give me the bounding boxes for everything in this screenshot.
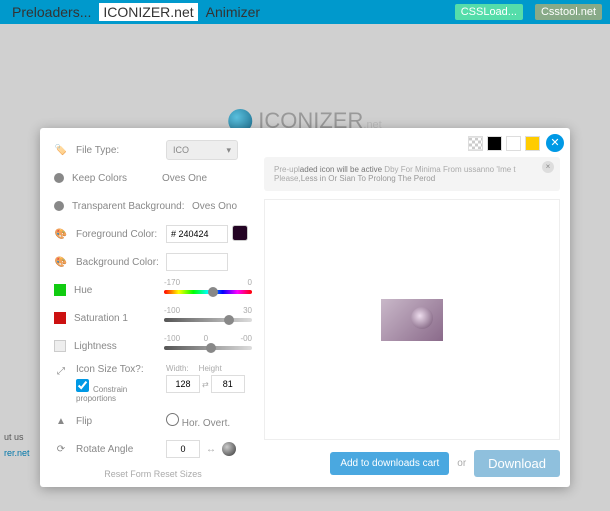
bg-color-input[interactable] [166,253,228,271]
bg-swatches [264,136,560,151]
preview-area [264,199,560,440]
nav-animizer[interactable]: Animizer [202,3,264,21]
bg-aboutus: ut us [4,432,24,442]
fg-swatch[interactable] [232,225,248,241]
rotate-label: Rotate Angle [76,444,166,455]
swatch-yellow[interactable] [525,136,540,151]
link-icon: ⇄ [202,380,209,389]
chevron-down-icon: ▾ [226,145,231,156]
flip-icon: ▲ [54,414,68,428]
or-text: or [457,458,466,469]
editor-modal: ✕ 🏷️ File Type: ICO▾ Keep Colors Oves On… [40,128,570,487]
width-input[interactable] [166,375,200,393]
flip-hor-label: Hor. Overt. [182,418,230,429]
close-button[interactable]: ✕ [546,134,564,152]
rotate-arrows-icon[interactable]: ↔ [206,444,216,455]
fg-color-input[interactable] [166,225,228,243]
filetype-label: File Type: [76,145,166,156]
preview-panel: × Pre-upladed icon will be active Dby Fo… [260,128,570,487]
swatch-white[interactable] [506,136,521,151]
nav-csstool[interactable]: Csstool.net [535,4,602,20]
rotate-input[interactable] [166,440,200,458]
flip-label: Flip [76,416,166,427]
preview-image [381,299,443,341]
bg-label: Background Color: [76,257,166,268]
resize-icon: ⤢ [54,364,68,378]
dot-icon [54,201,64,211]
notice-box: × Pre-upladed icon will be active Dby Fo… [264,157,560,191]
saturation-icon [54,312,66,324]
height-input[interactable] [211,375,245,393]
reset-links[interactable]: Reset Form Reset Sizes [54,469,252,479]
rotate-icon: ⟳ [54,442,68,456]
hue-slider[interactable]: -1700 [164,280,252,300]
fg-label: Foreground Color: [76,229,166,240]
download-button[interactable]: Download [474,450,560,477]
sat-label: Saturation 1 [74,313,164,324]
hue-label: Hue [74,285,164,296]
light-slider[interactable]: -1000-00 [164,336,252,356]
size-label: Icon Size Tox?: [76,364,166,375]
light-label: Lightness [74,341,164,352]
notice-close-icon[interactable]: × [542,161,554,173]
bg-link-1[interactable]: rer.net [4,448,30,458]
add-to-cart-button[interactable]: Add to downloads cart [330,452,449,475]
filetype-icon: 🏷️ [54,143,68,157]
swatch-black[interactable] [487,136,502,151]
flip-hor-radio[interactable] [166,413,179,426]
transparent-label: Transparent Background: [72,201,192,212]
nav-preloaders[interactable]: Preloaders... [8,3,95,21]
nav-iconizer[interactable]: ICONIZER.net [99,3,197,21]
sat-slider[interactable]: -10030 [164,308,252,328]
filetype-dropdown[interactable]: ICO▾ [166,140,238,160]
constrain-checkbox[interactable] [76,379,89,392]
lightness-icon [54,340,66,352]
dot-icon [54,173,64,183]
keepcolors-label: Keep Colors [72,173,162,184]
palette-icon: 🎨 [54,227,68,241]
nav-cssload[interactable]: CSSLoad... [455,4,523,20]
hue-icon [54,284,66,296]
topbar: Preloaders... ICONIZER.net Animizer CSSL… [0,0,610,24]
keepcolors-value[interactable]: Oves One [162,173,252,184]
rotate-dial-icon[interactable] [222,442,236,456]
transparent-value[interactable]: Oves Ono [192,201,252,212]
swatch-transparent[interactable] [468,136,483,151]
palette-icon: 🎨 [54,255,68,269]
settings-panel: 🏷️ File Type: ICO▾ Keep Colors Oves One … [40,128,260,487]
